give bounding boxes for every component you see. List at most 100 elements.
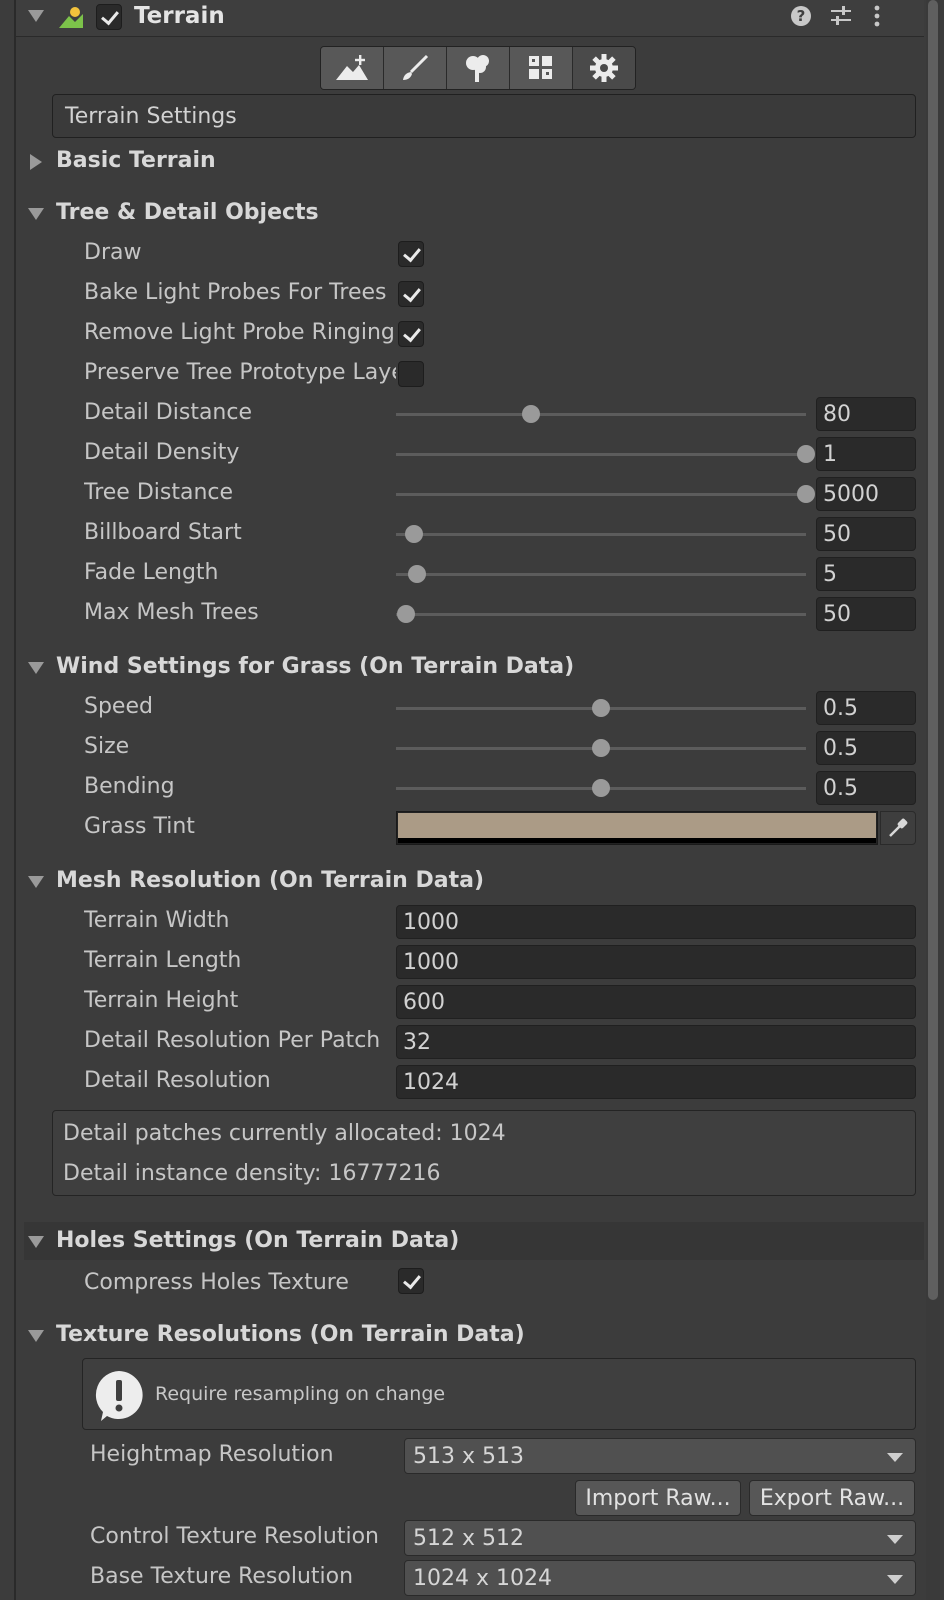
component-header[interactable]: Terrain ? — [16, 0, 924, 37]
compress-holes-label: Compress Holes Texture — [84, 1270, 349, 1295]
resampling-warning-box: Require resampling on change — [82, 1358, 916, 1430]
expand-basic-terrain-icon[interactable] — [30, 154, 42, 170]
resampling-warning-text: Require resampling on change — [155, 1383, 446, 1405]
terrain-settings-label: Terrain Settings — [65, 103, 237, 129]
detail-distance-value: 80 — [823, 401, 851, 427]
export-raw-button[interactable]: Export Raw... — [749, 1480, 915, 1516]
warning-icon — [95, 1371, 143, 1421]
grass-detail-icon — [529, 56, 552, 79]
wind-settings-foldout[interactable]: Wind Settings for Grass (On Terrain Data… — [56, 654, 574, 679]
detail-res-per-patch-label: Detail Resolution Per Patch — [84, 1028, 381, 1053]
terrain-length-field[interactable]: 1000 — [396, 945, 916, 979]
wind-speed-field[interactable]: 0.5 — [816, 691, 916, 725]
remove-ringing-label: Remove Light Probe Ringing — [84, 320, 395, 345]
wind-bending-slider-thumb[interactable] — [592, 779, 610, 797]
paint-details-button[interactable] — [510, 47, 573, 89]
wind-size-slider-thumb[interactable] — [592, 739, 610, 757]
presets-icon[interactable] — [830, 6, 852, 26]
chevron-down-icon — [887, 1535, 903, 1544]
detail-density-value: 1 — [823, 441, 837, 467]
tree-detail-foldout[interactable]: Tree & Detail Objects — [56, 200, 319, 225]
collapse-mesh-resolution-icon[interactable] — [28, 876, 44, 888]
grass-tint-color-field[interactable] — [396, 811, 878, 845]
detail-resolution-field[interactable]: 1024 — [396, 1065, 916, 1099]
max-mesh-trees-slider[interactable] — [396, 613, 806, 616]
detail-resolution-label: Detail Resolution — [84, 1068, 271, 1093]
detail-density-slider[interactable] — [396, 453, 806, 456]
remove-ringing-checkbox[interactable] — [398, 321, 424, 347]
brush-icon — [403, 54, 429, 80]
fade-length-field[interactable]: 5 — [816, 557, 916, 591]
grass-tint-label: Grass Tint — [84, 814, 195, 839]
billboard-start-slider[interactable] — [396, 533, 806, 536]
billboard-start-field[interactable]: 50 — [816, 517, 916, 551]
texture-resolutions-foldout[interactable]: Texture Resolutions (On Terrain Data) — [56, 1322, 525, 1347]
draw-label: Draw — [84, 240, 142, 265]
collapse-holes-settings-icon[interactable] — [28, 1236, 44, 1248]
paint-trees-button[interactable] — [447, 47, 510, 89]
terrain-component-icon — [59, 7, 83, 28]
component-enabled-checkbox[interactable] — [96, 4, 122, 30]
wind-size-value: 0.5 — [823, 735, 858, 761]
tree-distance-label: Tree Distance — [84, 480, 234, 505]
tree-distance-value: 5000 — [823, 481, 879, 507]
detail-density-slider-thumb[interactable] — [797, 445, 815, 463]
tree-distance-slider[interactable] — [396, 493, 806, 496]
export-raw-label: Export Raw... — [759, 1485, 905, 1511]
collapse-texture-resolutions-icon[interactable] — [28, 1330, 44, 1342]
billboard-start-slider-thumb[interactable] — [405, 525, 424, 543]
svg-text:?: ? — [797, 7, 806, 25]
eyedropper-button[interactable] — [880, 811, 916, 845]
detail-density-label: Detail Density — [84, 440, 240, 465]
component-title: Terrain — [134, 3, 225, 29]
detail-res-per-patch-field[interactable]: 32 — [396, 1025, 916, 1059]
draw-checkbox[interactable] — [398, 241, 424, 267]
fade-length-slider-thumb[interactable] — [407, 565, 426, 583]
tree-distance-field[interactable]: 5000 — [816, 477, 916, 511]
detail-distance-field[interactable]: 80 — [816, 397, 916, 431]
wind-size-field[interactable]: 0.5 — [816, 731, 916, 765]
terrain-length-value: 1000 — [403, 949, 459, 975]
collapse-wind-settings-icon[interactable] — [28, 662, 44, 674]
control-texture-resolution-dropdown[interactable]: 512 x 512 — [404, 1520, 916, 1556]
preserve-layers-checkbox[interactable] — [398, 361, 424, 387]
compress-holes-checkbox[interactable] — [398, 1268, 424, 1294]
paint-terrain-button[interactable] — [384, 47, 447, 89]
terrain-tool-toolbar — [320, 46, 636, 90]
fade-length-slider[interactable] — [396, 573, 806, 576]
wind-speed-slider-thumb[interactable] — [592, 699, 610, 717]
tree-distance-slider-thumb[interactable] — [797, 485, 815, 503]
max-mesh-trees-slider-thumb[interactable] — [397, 605, 416, 623]
detail-distance-slider[interactable] — [396, 413, 806, 416]
detail-distance-slider-thumb[interactable] — [522, 405, 541, 423]
max-mesh-trees-field[interactable]: 50 — [816, 597, 916, 631]
holes-settings-foldout[interactable]: Holes Settings (On Terrain Data) — [56, 1228, 459, 1253]
import-raw-label: Import Raw... — [585, 1485, 731, 1511]
chevron-down-icon — [887, 1453, 903, 1462]
collapse-component-icon[interactable] — [28, 10, 44, 22]
terrain-width-field[interactable]: 1000 — [396, 905, 916, 939]
collapse-tree-detail-icon[interactable] — [28, 208, 44, 220]
base-texture-resolution-dropdown[interactable]: 1024 x 1024 — [404, 1560, 916, 1596]
wind-bending-value: 0.5 — [823, 775, 858, 801]
detail-density-field[interactable]: 1 — [816, 437, 916, 471]
create-neighbor-terrains-button[interactable] — [321, 47, 384, 89]
more-options-icon[interactable] — [872, 5, 882, 27]
max-mesh-trees-label: Max Mesh Trees — [84, 600, 259, 625]
heightmap-resolution-label: Heightmap Resolution — [90, 1442, 334, 1467]
mesh-resolution-foldout[interactable]: Mesh Resolution (On Terrain Data) — [56, 868, 484, 893]
import-raw-button[interactable]: Import Raw... — [575, 1480, 741, 1516]
terrain-settings-button[interactable] — [573, 47, 635, 89]
help-icon[interactable]: ? — [790, 5, 812, 27]
basic-terrain-foldout[interactable]: Basic Terrain — [56, 148, 216, 173]
bake-light-probes-checkbox[interactable] — [398, 281, 424, 307]
wind-bending-field[interactable]: 0.5 — [816, 771, 916, 805]
heightmap-resolution-dropdown[interactable]: 513 x 513 — [404, 1438, 916, 1474]
wind-bending-label: Bending — [84, 774, 175, 799]
scrollbar-thumb[interactable] — [928, 0, 938, 1300]
max-mesh-trees-value: 50 — [823, 601, 851, 627]
terrain-height-field[interactable]: 600 — [396, 985, 916, 1019]
wind-speed-label: Speed — [84, 694, 153, 719]
bake-light-probes-label: Bake Light Probes For Trees — [84, 280, 387, 305]
terrain-settings-header: Terrain Settings — [52, 94, 916, 138]
